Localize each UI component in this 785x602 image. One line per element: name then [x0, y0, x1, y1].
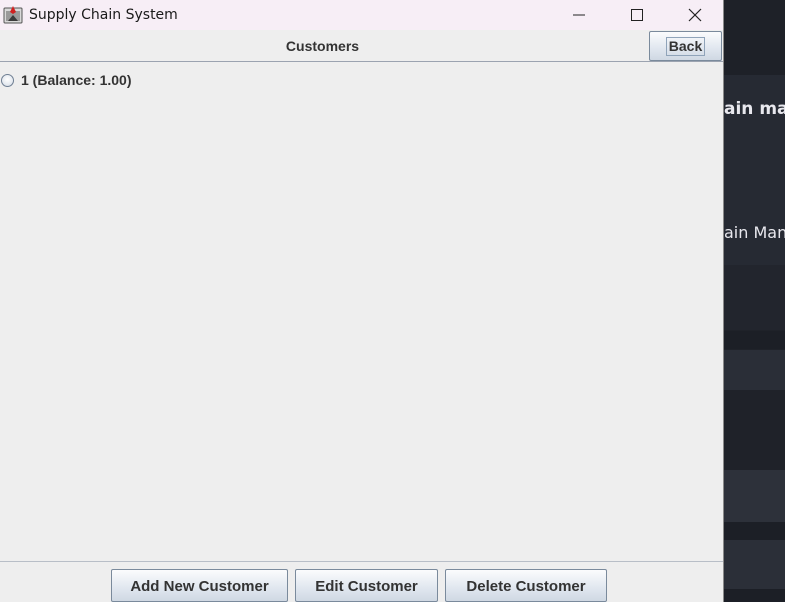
delete-customer-button[interactable]: Delete Customer	[445, 569, 607, 602]
customer-option-label: 1 (Balance: 1.00)	[21, 72, 132, 88]
edit-customer-button[interactable]: Edit Customer	[295, 569, 438, 602]
title-bar[interactable]: Supply Chain System	[0, 0, 723, 30]
customer-option[interactable]: 1 (Balance: 1.00)	[0, 71, 132, 89]
java-app-icon	[3, 5, 23, 25]
customer-list: 1 (Balance: 1.00)	[0, 63, 723, 560]
minimize-button[interactable]	[550, 0, 608, 30]
bg-band-5	[724, 470, 785, 522]
close-button[interactable]	[666, 0, 723, 30]
bg-band-2	[724, 331, 785, 349]
bg-band-1	[724, 265, 785, 330]
add-customer-button[interactable]: Add New Customer	[111, 569, 288, 602]
bg-band-7	[724, 540, 785, 589]
bg-band-top	[724, 0, 785, 75]
bg-subheading: ain Mana	[724, 223, 785, 242]
header-panel: Customers	[0, 30, 723, 62]
bg-band-4	[724, 390, 785, 470]
close-icon	[688, 8, 702, 22]
maximize-button[interactable]	[608, 0, 666, 30]
window-title: Supply Chain System	[29, 7, 178, 23]
back-button-label: Back	[665, 36, 706, 56]
page-title: Customers	[285, 38, 360, 54]
maximize-icon	[631, 9, 643, 21]
window-controls	[550, 0, 723, 30]
supply-chain-window: Supply Chain System Customers Back 1 (Ba…	[0, 0, 724, 602]
bg-band-3	[724, 350, 785, 390]
back-button[interactable]: Back	[649, 31, 722, 61]
radio-button[interactable]	[1, 73, 14, 87]
bg-heading: ain man	[724, 99, 785, 119]
minimize-icon	[573, 14, 585, 16]
bg-band-6	[724, 522, 785, 540]
bg-band-8	[724, 589, 785, 602]
